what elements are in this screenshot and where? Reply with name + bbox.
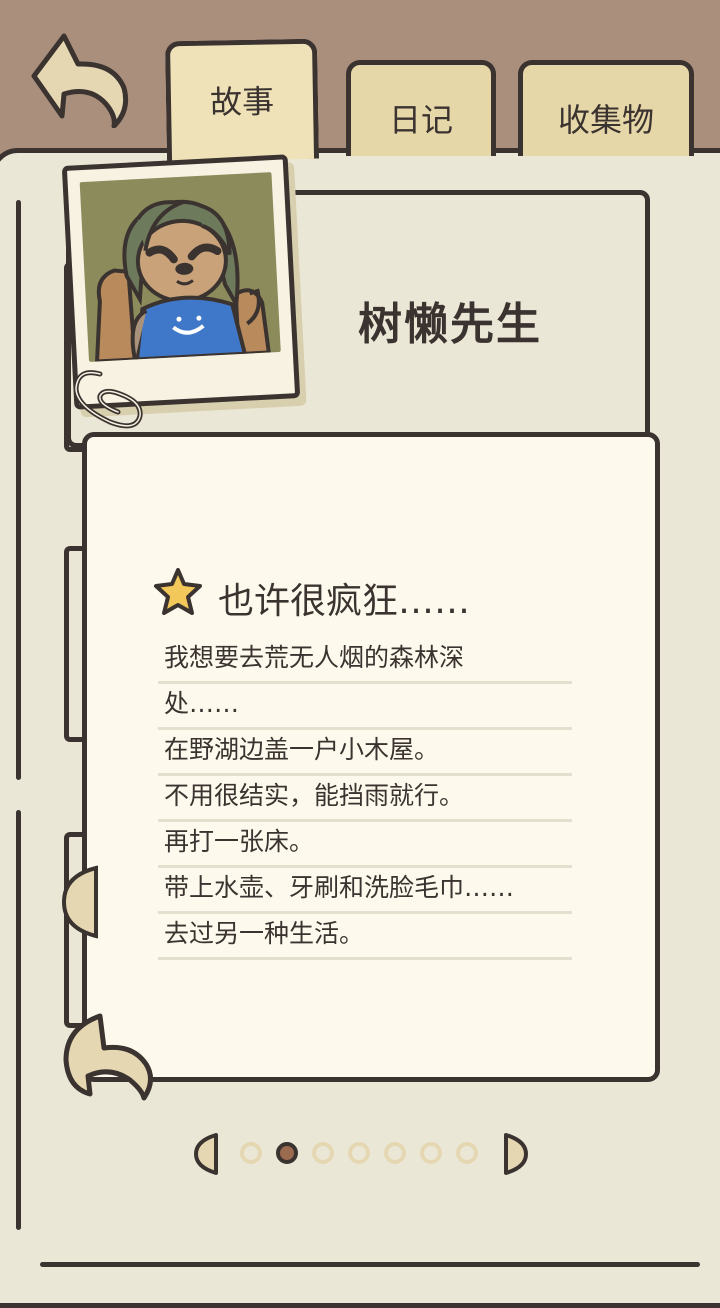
- book-bottom-edge: [40, 1262, 700, 1267]
- prev-page-arrow-icon[interactable]: [192, 1131, 220, 1177]
- page-dot[interactable]: [240, 1142, 262, 1164]
- story-title: 也许很疯狂……: [218, 581, 471, 622]
- character-name: 树懒先生: [358, 299, 542, 350]
- sloth-illustration: [94, 199, 272, 362]
- page-dot[interactable]: [456, 1142, 478, 1164]
- back-arrow-icon[interactable]: [26, 30, 130, 128]
- page-dot[interactable]: [276, 1142, 298, 1164]
- star-icon: [154, 568, 202, 615]
- book-spine-lower: [16, 810, 21, 1230]
- portrait-photo: [79, 172, 281, 362]
- tab-collection[interactable]: 收集物: [518, 60, 694, 156]
- prev-page-curl-icon[interactable]: [60, 1010, 156, 1102]
- next-page-arrow-icon[interactable]: [502, 1131, 530, 1177]
- story-line: 在野湖边盖一户小木屋。: [158, 730, 572, 776]
- page-dot[interactable]: [420, 1142, 442, 1164]
- page-dot[interactable]: [384, 1142, 406, 1164]
- story-line: 处……: [158, 684, 572, 730]
- page-dot[interactable]: [312, 1142, 334, 1164]
- story-line: 再打一张床。: [158, 822, 572, 868]
- tab-story[interactable]: 故事: [164, 38, 320, 162]
- story-line: 带上水壶、牙刷和洗脸毛巾……: [158, 868, 572, 914]
- story-line: 不用很结实，能挡雨就行。: [158, 776, 572, 822]
- page-curl-decoration: [61, 865, 98, 939]
- story-line: 我想要去荒无人烟的森林深: [158, 638, 572, 684]
- tab-diary[interactable]: 日记: [346, 60, 496, 156]
- paperclip-icon: [73, 370, 143, 429]
- book-spine: [16, 200, 21, 780]
- story-line: 去过另一种生活。: [158, 914, 572, 960]
- page-dot[interactable]: [348, 1142, 370, 1164]
